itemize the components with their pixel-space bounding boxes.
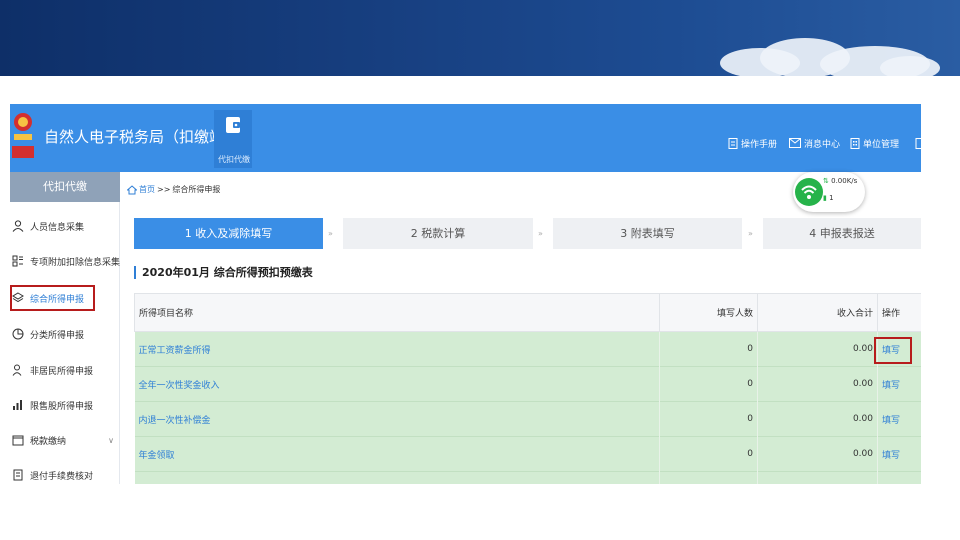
top-bar: 自然人电子税务局（扣缴端） 代扣代缴 操作手册 消息中心 单位管理 — [10, 104, 921, 172]
col-header-count: 填写人数 — [659, 293, 758, 332]
highlight-box-sidebar — [10, 285, 95, 311]
manual-label: 操作手册 — [741, 139, 778, 150]
row-item-name: 年金领取 — [134, 436, 660, 472]
sidebar-item-fee-refund-check[interactable]: 退付手续费核对 — [10, 463, 120, 484]
breadcrumb-home-link[interactable]: 首页 — [139, 184, 155, 195]
transfer-arrows-icon: ⇅ — [823, 177, 829, 185]
step-arrow-icon: » — [748, 229, 753, 238]
sidebar-item-label: 退付手续费核对 — [30, 471, 94, 482]
exit-icon — [915, 137, 921, 149]
step-3-schedule-fill[interactable]: 3 附表填写 — [553, 218, 742, 249]
message-center-link[interactable]: 消息中心 — [789, 136, 840, 150]
sidebar-item-classified-income[interactable]: 分类所得申报 — [10, 322, 120, 346]
section-title: 2020年01月 综合所得预扣预缴表 — [134, 266, 313, 279]
fill-link[interactable]: 填写 — [877, 401, 921, 437]
sidebar-item-special-deduction[interactable]: 专项附加扣除信息采集 — [10, 249, 120, 273]
table-row: 内退一次性补偿金 0 0.00 填写 — [134, 401, 921, 437]
sky-banner — [0, 0, 960, 76]
row-count: 0 — [659, 366, 758, 402]
row-count: 0 — [659, 436, 758, 472]
sidebar-item-nonresident-income[interactable]: 非居民所得申报 — [10, 358, 120, 382]
manual-icon — [728, 137, 738, 149]
sidebar-item-label: 分类所得申报 — [30, 330, 85, 341]
col-header-action: 操作 — [877, 293, 921, 332]
network-speed: ⇅ 0.00K/s — [823, 177, 858, 185]
wifi-icon — [795, 178, 823, 206]
step-4-report-submit[interactable]: 4 申报表报送 — [763, 218, 921, 249]
col-header-item-name: 所得项目名称 — [134, 293, 660, 332]
unit-management-link[interactable]: 单位管理 — [850, 136, 899, 150]
national-emblem-icon — [12, 113, 34, 158]
table-row: 年金领取 0 0.00 填写 — [134, 436, 921, 472]
step-2-tax-calculation[interactable]: 2 税款计算 — [343, 218, 533, 249]
sidebar-item-label: 税款缴纳 — [30, 436, 67, 447]
row-income: 0.00 — [757, 436, 878, 472]
app-window: 自然人电子税务局（扣缴端） 代扣代缴 操作手册 消息中心 单位管理 代扣代缴 人… — [10, 104, 921, 484]
sidebar-item-label: 人员信息采集 — [30, 222, 85, 233]
device-icon: ▮ — [823, 194, 827, 202]
breadcrumb: 首页 >> 综合所得申报 — [127, 184, 220, 195]
table-row: 正常工资薪金所得 0 0.00 填写 — [134, 331, 921, 367]
row-item-name: 全年一次性奖金收入 — [134, 366, 660, 402]
income-table: 所得项目名称 填写人数 收入合计 操作 正常工资薪金所得 0 0.00 填写 全… — [134, 293, 921, 484]
wallet-icon — [226, 117, 240, 133]
step-1-income-deduction[interactable]: 1 收入及减除填写 — [134, 218, 323, 249]
person-outline-icon — [12, 364, 22, 376]
row-item-name: 内退一次性补偿金 — [134, 401, 660, 437]
sidebar-item-tax-payment[interactable]: 税款缴纳 ∨ — [10, 428, 120, 452]
manual-link[interactable]: 操作手册 — [728, 136, 777, 150]
module-label: 代扣代缴 — [218, 155, 250, 164]
pie-icon — [12, 328, 24, 340]
bar-chart-icon — [13, 400, 22, 410]
row-count: 0 — [659, 401, 758, 437]
table-header-row: 所得项目名称 填写人数 收入合计 操作 — [134, 293, 921, 332]
network-count: ▮ 1 — [823, 194, 834, 202]
app-title: 自然人电子税务局（扣缴端） — [44, 128, 240, 146]
sidebar-item-label: 非居民所得申报 — [30, 366, 94, 377]
row-income: 0.00 — [757, 331, 878, 367]
main-content: 首页 >> 综合所得申报 1 收入及减除填写 » 2 税款计算 » 3 附表填写… — [121, 172, 921, 484]
row-item-name: 正常工资薪金所得 — [134, 331, 660, 367]
network-widget: ⇅ 0.00K/s ▮ 1 — [793, 172, 865, 212]
sidebar: 代扣代缴 人员信息采集 专项附加扣除信息采集 综合所得申报 分类所得申报 非居民… — [10, 172, 120, 484]
col-header-income: 收入合计 — [757, 293, 878, 332]
fill-link[interactable]: 填写 — [877, 366, 921, 402]
fill-link[interactable]: 填写 — [877, 436, 921, 472]
document-icon — [13, 469, 23, 481]
folder-icon — [12, 435, 24, 446]
sidebar-item-label: 限售股所得申报 — [30, 401, 94, 412]
home-icon — [127, 184, 137, 194]
grid-icon — [12, 255, 23, 267]
step-arrow-icon: » — [538, 229, 543, 238]
breadcrumb-current: 综合所得申报 — [172, 185, 221, 194]
sidebar-item-personnel[interactable]: 人员信息采集 — [10, 214, 120, 238]
exit-link[interactable] — [915, 136, 921, 150]
person-icon — [12, 220, 24, 232]
slide: 自然人电子税务局（扣缴端） 代扣代缴 操作手册 消息中心 单位管理 代扣代缴 人… — [0, 0, 960, 540]
mail-icon — [789, 138, 801, 148]
module-tile-withholding[interactable]: 代扣代缴 — [214, 110, 252, 168]
row-income: 0.00 — [757, 366, 878, 402]
breadcrumb-separator: >> — [157, 185, 171, 194]
chevron-down-icon: ∨ — [108, 435, 114, 445]
sidebar-header: 代扣代缴 — [10, 172, 120, 202]
table-row — [134, 471, 921, 484]
step-arrow-icon: » — [328, 229, 333, 238]
table-row: 全年一次性奖金收入 0 0.00 填写 — [134, 366, 921, 402]
sidebar-item-label: 专项附加扣除信息采集 — [30, 257, 121, 268]
row-income: 0.00 — [757, 401, 878, 437]
sidebar-item-restricted-stock-income[interactable]: 限售股所得申报 — [10, 393, 120, 417]
row-count: 0 — [659, 331, 758, 367]
unit-management-label: 单位管理 — [863, 139, 900, 150]
building-icon — [850, 137, 860, 149]
highlight-box-fill-link — [874, 337, 912, 364]
message-center-label: 消息中心 — [804, 139, 841, 150]
